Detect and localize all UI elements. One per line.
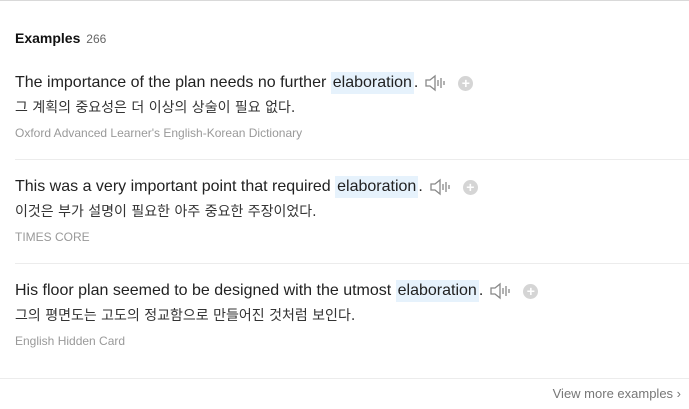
example-sentence: The importance of the plan needs no furt… xyxy=(15,72,689,94)
add-icon[interactable]: + xyxy=(523,283,539,299)
example-sentence: This was a very important point that req… xyxy=(15,176,689,198)
sentence-text: This was a very important point that req… xyxy=(15,178,336,195)
example-divider xyxy=(15,159,689,160)
sentence-text: His floor plan seemed to be designed wit… xyxy=(15,282,396,299)
highlighted-word[interactable]: elaboration xyxy=(330,72,414,94)
examples-heading: Examples 266 xyxy=(15,30,106,46)
bottom-divider xyxy=(0,378,689,379)
example-divider xyxy=(15,263,689,264)
example-sentence: His floor plan seemed to be designed wit… xyxy=(15,280,689,302)
speaker-icon[interactable] xyxy=(424,73,450,93)
top-divider xyxy=(0,0,689,1)
examples-count: 266 xyxy=(86,32,107,46)
example-source: TIMES CORE xyxy=(15,230,90,244)
example-item: This was a very important point that req… xyxy=(15,176,689,276)
speaker-icon[interactable] xyxy=(489,281,515,301)
example-translation: 그 계획의 중요성은 더 이상의 상술이 필요 없다. xyxy=(15,100,296,116)
example-item: The importance of the plan needs no furt… xyxy=(15,72,689,172)
sentence-end: . xyxy=(478,282,484,299)
example-translation: 이것은 부가 설명이 필요한 아주 중요한 주장이었다. xyxy=(15,204,317,220)
example-translation: 그의 평면도는 고도의 정교함으로 만들어진 것처럼 보인다. xyxy=(15,308,356,324)
example-source: English Hidden Card xyxy=(15,334,126,348)
highlighted-word[interactable]: elaboration xyxy=(395,280,479,302)
examples-title: Examples xyxy=(15,30,81,46)
example-item: His floor plan seemed to be designed wit… xyxy=(15,280,689,380)
example-source: Oxford Advanced Learner's English-Korean… xyxy=(15,126,303,140)
sentence-end: . xyxy=(418,178,423,195)
view-more-examples-link[interactable]: View more examples › xyxy=(553,386,681,401)
highlighted-word[interactable]: elaboration xyxy=(335,176,419,198)
add-icon[interactable]: + xyxy=(462,179,478,195)
add-icon[interactable]: + xyxy=(458,75,474,91)
sentence-end: . xyxy=(413,74,419,91)
sentence-text: The importance of the plan needs no furt… xyxy=(15,74,331,91)
speaker-icon[interactable] xyxy=(429,177,455,197)
